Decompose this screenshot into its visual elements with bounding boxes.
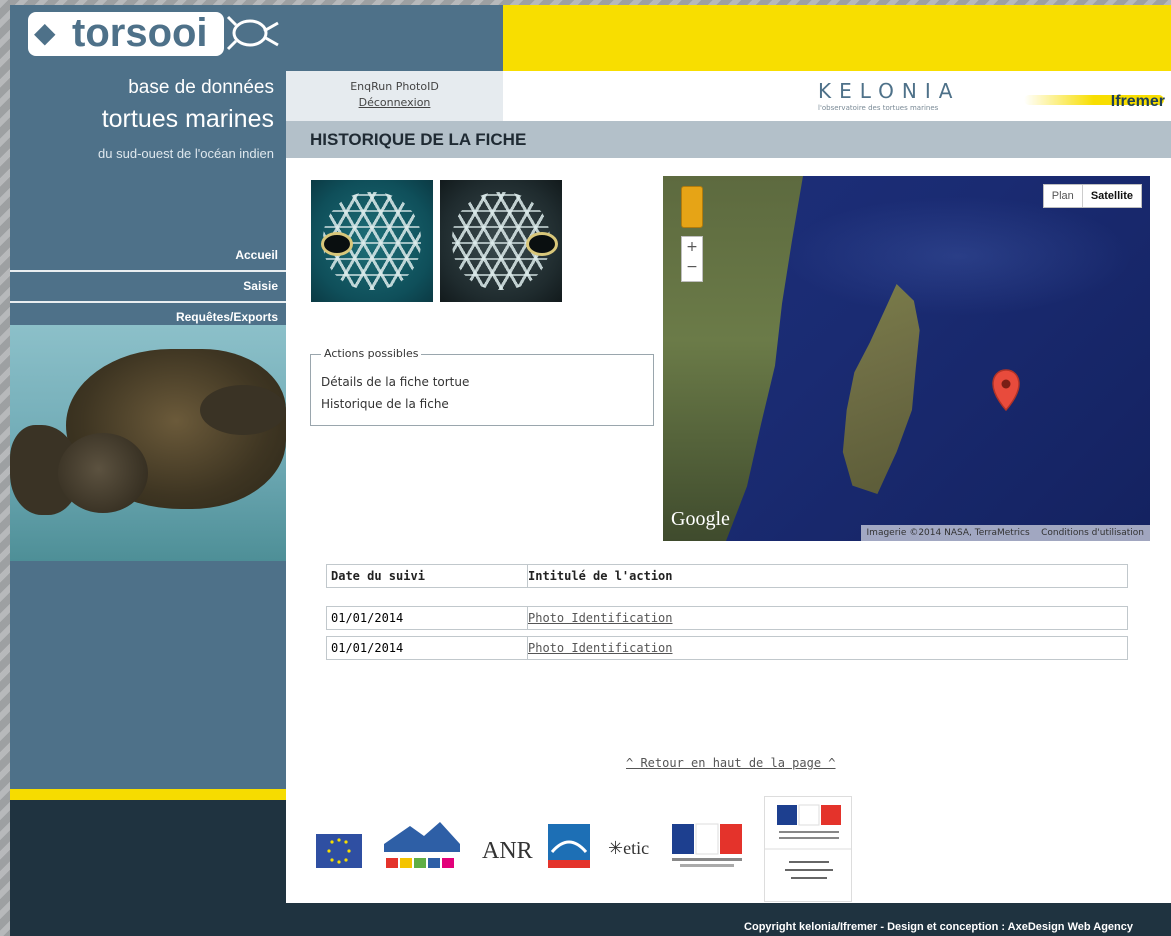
etic-logo[interactable]: ✳etic	[608, 838, 649, 859]
imagery-credit: Imagerie ©2014 NASA, TerraMetrics	[866, 528, 1030, 538]
region-reunion-logo[interactable]	[380, 816, 464, 876]
zoom-control: + −	[681, 236, 703, 282]
logout-link[interactable]: Déconnexion	[286, 96, 503, 109]
kelonia-logo[interactable]: KELONIA l'observatoire des tortues marin…	[818, 79, 1008, 121]
madagascar-island	[842, 284, 920, 494]
logo-text: torsooi	[72, 11, 208, 55]
header-date: Date du suivi	[331, 569, 425, 583]
turtle-flipper	[200, 385, 286, 435]
header-blue-block	[286, 5, 503, 71]
terms-link[interactable]: Conditions d'utilisation	[1041, 528, 1144, 538]
location-marker-icon[interactable]	[991, 368, 1021, 412]
ministere-prefecture-logo[interactable]	[764, 796, 852, 902]
map-type-toggle: Plan Satellite	[1042, 184, 1142, 208]
table-row: 01/01/2014 Photo Identification	[326, 606, 1128, 630]
actions-legend: Actions possibles	[321, 347, 422, 360]
map-attribution: Imagerie ©2014 NASA, TerraMetrics Condit…	[860, 525, 1150, 541]
etic-star-icon: ✳	[608, 838, 624, 858]
map-shallow-water	[783, 196, 1133, 316]
footer-bar: Copyright kelonia/Ifremer - Design et co…	[286, 903, 1171, 936]
turtle-eye	[321, 232, 353, 256]
satellite-map[interactable]: Plan Satellite + − Google Imagerie ©2014…	[663, 176, 1150, 541]
copyright-text: Copyright kelonia/Ifremer - Design et co…	[744, 921, 1133, 933]
user-name: EnqRun PhotoID	[350, 80, 439, 93]
row-date: 01/01/2014	[331, 641, 404, 655]
ifremer-name: Ifremer	[1110, 93, 1165, 110]
anr-logo[interactable]: ANR	[482, 838, 533, 865]
page-title-bar: HISTORIQUE DE LA FICHE	[286, 121, 1171, 158]
nav-item-saisie[interactable]: Saisie	[10, 272, 286, 303]
turtle-photo-thumbnail[interactable]	[440, 180, 562, 302]
africa-icon: ◆	[34, 16, 56, 49]
google-logo: Google	[671, 508, 730, 530]
zoom-in-button[interactable]: +	[682, 237, 702, 257]
turtle-logo-icon	[224, 11, 282, 55]
table-row: 01/01/2014 Photo Identification	[326, 636, 1128, 660]
turtle-photo-thumbnail[interactable]	[311, 180, 433, 302]
tagline-1: base de données	[128, 77, 274, 98]
sidebar-turtle-photo	[10, 325, 286, 561]
row-action-link[interactable]: Photo Identification	[527, 637, 673, 659]
sidebar-dark-bottom	[10, 800, 286, 936]
back-to-top-link[interactable]: ^ Retour en haut de la page ^	[626, 756, 836, 770]
map-type-satellite[interactable]: Satellite	[1081, 185, 1141, 207]
turtle-eye	[526, 232, 558, 256]
partner-logos: ANR ✳etic	[316, 796, 856, 902]
torsooi-logo[interactable]: ◆ torsooi	[18, 9, 279, 63]
republique-francaise-logo[interactable]	[670, 822, 746, 876]
row-action-link[interactable]: Photo Identification	[527, 607, 673, 629]
actions-fieldset: Actions possibles Détails de la fiche to…	[310, 347, 654, 426]
table-header-row: Date du suivi Intitulé de l'action	[326, 564, 1128, 588]
page-title: HISTORIQUE DE LA FICHE	[310, 130, 527, 149]
header-yellow-block	[503, 5, 1171, 71]
etic-logo-text: etic	[623, 838, 650, 858]
turtle-head	[58, 433, 148, 513]
ifremer-logo[interactable]: Ifremer	[1024, 77, 1171, 121]
main-content: Actions possibles Détails de la fiche to…	[286, 158, 1171, 903]
tagline-2: tortues marines	[101, 105, 274, 133]
map-type-plan[interactable]: Plan	[1044, 185, 1082, 207]
sidebar-yellow-bar	[10, 789, 286, 800]
zoom-out-button[interactable]: −	[682, 257, 702, 277]
row-date: 01/01/2014	[331, 611, 404, 625]
partner-globe-logo[interactable]	[546, 822, 592, 870]
eu-flag-logo[interactable]	[316, 834, 362, 868]
street-view-pegman-icon[interactable]	[681, 186, 703, 228]
sidebar-nav: Accueil Saisie Requêtes/Exports	[10, 241, 286, 334]
header-action: Intitulé de l'action	[527, 565, 673, 587]
action-historique-fiche[interactable]: Historique de la fiche	[321, 397, 449, 411]
kelonia-name: KELONIA	[818, 79, 961, 103]
africa-mainland	[663, 176, 803, 541]
sidebar: ◆ torsooi base de données tortues marine…	[10, 5, 286, 936]
nav-item-accueil[interactable]: Accueil	[10, 241, 286, 272]
kelonia-subtitle: l'observatoire des tortues marines	[818, 104, 939, 112]
user-box: EnqRun PhotoID Déconnexion	[286, 71, 503, 121]
tagline-3: du sud-ouest de l'océan indien	[98, 146, 274, 161]
action-details-fiche[interactable]: Détails de la fiche tortue	[321, 375, 469, 389]
